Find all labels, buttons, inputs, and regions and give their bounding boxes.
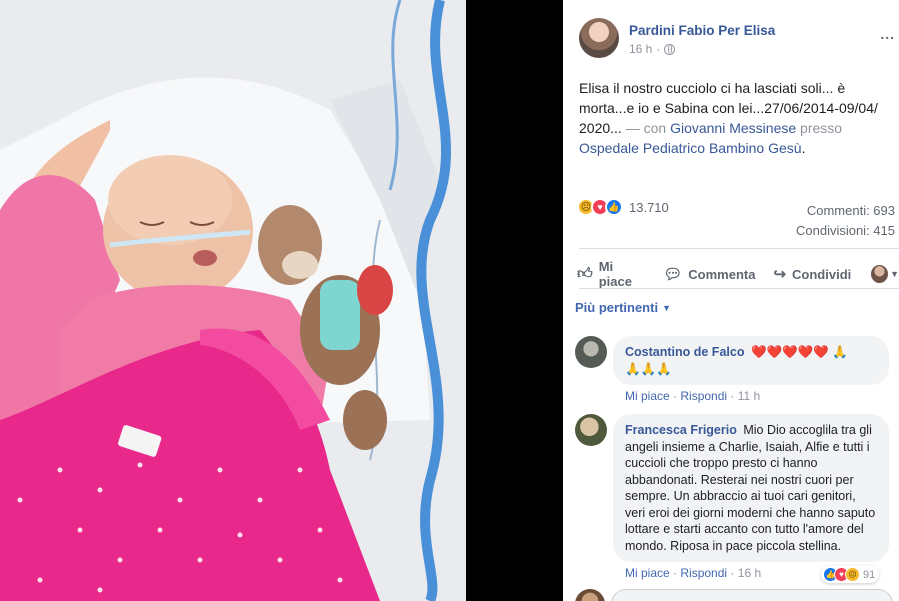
meta-separator: · xyxy=(656,42,661,56)
comment-like-link[interactable]: Mi piace xyxy=(625,389,670,403)
comment-item: Francesca Frigerio Mio Dio accoglila tra… xyxy=(575,414,889,580)
tagged-place-link[interactable]: Ospedale Pediatrico Bambino Gesù xyxy=(579,140,802,156)
commenter-avatar[interactable] xyxy=(575,414,607,446)
comment-like-link[interactable]: Mi piace xyxy=(625,566,670,580)
post-text-at: presso xyxy=(800,120,843,136)
reactions-summary[interactable]: ☹ ♥ 👍 13.710 xyxy=(577,198,669,216)
comment-input[interactable] xyxy=(611,589,893,601)
post-side-panel: Pardini Fabio Per Elisa 16 h · ... Elisa… xyxy=(563,0,899,601)
like-reaction-icon: 👍 xyxy=(605,198,623,216)
shares-count[interactable]: Condivisioni: 415 xyxy=(796,221,895,241)
share-arrow-icon: ↪ xyxy=(773,266,787,283)
comments-count[interactable]: Commenti: 693 xyxy=(796,201,895,221)
comment-time[interactable]: 16 h xyxy=(738,566,761,580)
divider xyxy=(579,288,899,289)
tagged-person-link[interactable]: Giovanni Messinese xyxy=(670,120,796,136)
comment-meta: Mi piace · Rispondi · 11 h xyxy=(625,389,761,403)
comment-bubble: Costantino de Falco ❤️❤️❤️❤️❤️ 🙏 🙏🙏🙏 xyxy=(613,336,889,385)
current-user-avatar xyxy=(575,589,605,601)
share-button-label: Condividi xyxy=(792,266,852,282)
commenter-name-link[interactable]: Francesca Frigerio xyxy=(625,423,737,437)
comment-reply-link[interactable]: Rispondi xyxy=(680,566,727,580)
post-photo[interactable] xyxy=(0,0,466,601)
comment-reactions-badge[interactable]: 👍 ♥ ☹ 91 xyxy=(821,566,880,583)
commenter-avatar[interactable] xyxy=(575,336,607,368)
share-button[interactable]: ↪ Condividi xyxy=(773,265,851,283)
post-time[interactable]: 16 h xyxy=(629,42,652,56)
post-text-end: . xyxy=(801,140,806,156)
reaction-count[interactable]: 13.710 xyxy=(629,200,669,215)
comment-reaction-count: 91 xyxy=(863,568,876,581)
comment-time[interactable]: 11 h xyxy=(738,389,760,403)
like-button[interactable]: 👍︎ Mi piace xyxy=(577,259,645,289)
post-header: Pardini Fabio Per Elisa 16 h · xyxy=(579,18,775,58)
comment-sort-dropdown[interactable]: Più pertinenti ▼ xyxy=(575,300,671,315)
chevron-down-icon[interactable]: ▼ xyxy=(890,269,899,279)
commenter-name-link[interactable]: Costantino de Falco xyxy=(625,345,744,359)
more-options-button[interactable]: ... xyxy=(880,26,895,42)
comment-button[interactable]: 💬︎ Commenta xyxy=(663,265,755,283)
comment-composer xyxy=(575,589,893,601)
author-name-link[interactable]: Pardini Fabio Per Elisa xyxy=(629,23,775,38)
post-meta: 16 h · xyxy=(629,42,775,56)
post-counts: Commenti: 693 Condivisioni: 415 xyxy=(796,201,895,241)
thumbs-up-icon: 👍︎ xyxy=(577,265,593,282)
comment-button-label: Commenta xyxy=(688,266,756,282)
author-avatar[interactable] xyxy=(579,18,619,58)
like-button-label: Mi piace xyxy=(598,259,632,289)
chevron-down-icon: ▼ xyxy=(662,302,671,313)
comment-bubble-icon: 💬︎ xyxy=(663,266,683,283)
comment-sort-label: Più pertinenti xyxy=(575,300,659,315)
comment-reply-link[interactable]: Rispondi xyxy=(680,389,727,403)
comment-item: Costantino de Falco ❤️❤️❤️❤️❤️ 🙏 🙏🙏🙏 Mi … xyxy=(575,336,889,403)
post-actions: 👍︎ Mi piace 💬︎ Commenta ↪ Condividi ▼ xyxy=(577,259,899,289)
photo-illustration xyxy=(0,0,466,601)
divider xyxy=(579,248,899,249)
photo-backdrop xyxy=(466,0,563,601)
comment-text: Mio Dio accoglila tra gli angeli insieme… xyxy=(625,423,876,553)
post-text-with: — con xyxy=(625,120,667,136)
post-text: Elisa il nostro cucciolo ci ha lasciati … xyxy=(579,78,895,158)
globe-icon[interactable] xyxy=(664,43,676,55)
comment-bubble: Francesca Frigerio Mio Dio accoglila tra… xyxy=(613,414,889,562)
identity-selector-avatar[interactable] xyxy=(871,265,889,283)
sad-reaction-icon: ☹ xyxy=(845,567,860,582)
